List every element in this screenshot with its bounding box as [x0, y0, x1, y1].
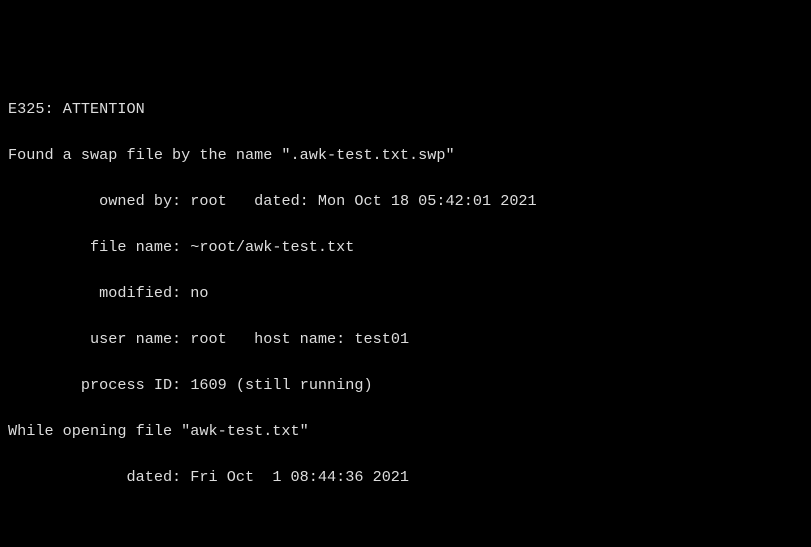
orig-dated-value: Fri Oct 1 08:44:36 2021 — [190, 468, 409, 486]
owned-by-line: owned by: root dated: Mon Oct 18 05:42:0… — [8, 190, 803, 213]
file-name-line: file name: ~root/awk-test.txt — [8, 236, 803, 259]
user-host-line: user name: root host name: test01 — [8, 328, 803, 351]
original-dated-line: dated: Fri Oct 1 08:44:36 2021 — [8, 466, 803, 489]
process-id-label: process ID: — [81, 376, 181, 394]
user-name-label: user name: — [90, 330, 181, 348]
owned-by-value: root — [190, 192, 226, 210]
process-id-line: process ID: 1609 (still running) — [8, 374, 803, 397]
while-opening-line: While opening file "awk-test.txt" — [8, 420, 803, 443]
modified-label: modified: — [99, 284, 181, 302]
owned-by-label: owned by: — [99, 192, 181, 210]
file-name-label: file name: — [90, 238, 181, 256]
swap-dated-label: dated: — [254, 192, 309, 210]
process-id-value: 1609 — [190, 376, 226, 394]
swap-dated-value: Mon Oct 18 05:42:01 2021 — [318, 192, 537, 210]
error-label: ATTENTION — [63, 100, 145, 118]
user-name-value: root — [190, 330, 226, 348]
error-code: E325 — [8, 100, 44, 118]
modified-line: modified: no — [8, 282, 803, 305]
modified-value: no — [190, 284, 208, 302]
process-id-note: (still running) — [236, 376, 373, 394]
orig-dated-label: dated: — [126, 468, 181, 486]
file-name-value: ~root/awk-test.txt — [190, 238, 354, 256]
error-header: E325: ATTENTION — [8, 98, 803, 121]
host-name-label: host name: — [254, 330, 345, 348]
blank-line — [8, 512, 803, 535]
found-swap-line: Found a swap file by the name ".awk-test… — [8, 144, 803, 167]
host-name-value: test01 — [354, 330, 409, 348]
